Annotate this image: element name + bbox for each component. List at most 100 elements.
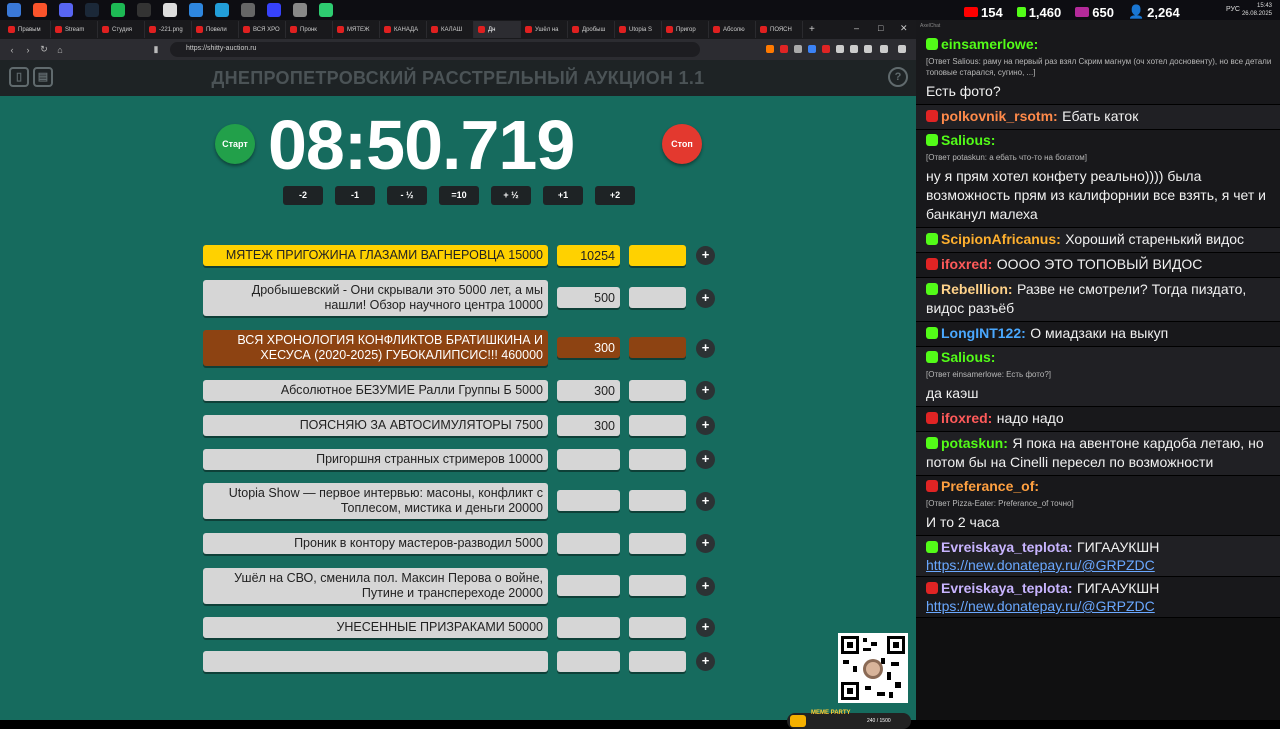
browser-tab[interactable]: Студия: [98, 21, 145, 38]
new-tab-button[interactable]: +: [809, 24, 815, 35]
app-icon[interactable]: [163, 3, 177, 17]
chat-link[interactable]: https://new.donatepay.ru/@GRPZDC: [926, 557, 1274, 573]
lot-amount-field[interactable]: [557, 449, 620, 470]
menu-icon[interactable]: [898, 45, 906, 53]
app-icon[interactable]: [241, 3, 255, 17]
lot-amount-field[interactable]: [557, 651, 620, 672]
chat-username[interactable]: einsamerlowe:: [941, 36, 1038, 52]
chat-username[interactable]: ifoxred:: [941, 256, 992, 272]
chat-link[interactable]: https://new.donatepay.ru/@GRPZDC: [926, 598, 1274, 614]
lot-plus-button[interactable]: +: [696, 246, 715, 265]
lot-plus-button[interactable]: +: [696, 534, 715, 553]
extension-icon[interactable]: [864, 45, 872, 53]
extension-icon[interactable]: [850, 45, 858, 53]
time-adjust-button[interactable]: - ½: [387, 186, 427, 205]
chat-username[interactable]: ScipionAfricanus:: [941, 231, 1061, 247]
lot-name-field[interactable]: УНЕСЕННЫЕ ПРИЗРАКАМИ 50000: [203, 617, 548, 638]
browser-tab[interactable]: КАЛАШ: [427, 21, 474, 38]
lot-plus-button[interactable]: +: [696, 618, 715, 637]
lot-name-field[interactable]: Дробышевский - Они скрывали это 5000 лет…: [203, 280, 548, 316]
lot-amount-field[interactable]: 500: [557, 287, 620, 308]
lot-amount-field[interactable]: 300: [557, 337, 620, 358]
lot-name-field[interactable]: Проник в контору мастеров-разводил 5000: [203, 533, 548, 554]
app-icon[interactable]: [189, 3, 203, 17]
extension-icon[interactable]: [794, 45, 802, 53]
language-indicator[interactable]: РУС: [1226, 6, 1240, 13]
close-icon[interactable]: ✕: [900, 23, 908, 34]
lot-name-field[interactable]: Utopia Show — первое интервью: масоны, к…: [203, 483, 548, 519]
windows-start-icon[interactable]: [7, 3, 21, 17]
browser-tab[interactable]: Правым: [4, 21, 51, 38]
lot-name-field[interactable]: ПОЯСНЯЮ ЗА АВТОСИМУЛЯТОРЫ 7500: [203, 415, 548, 436]
lot-plus-button[interactable]: +: [696, 450, 715, 469]
chat-username[interactable]: Preferance_of:: [941, 478, 1039, 494]
time-adjust-button[interactable]: + ½: [491, 186, 531, 205]
bookmark-icon[interactable]: ▮: [148, 44, 164, 55]
lot-name-field[interactable]: Ушёл на СВО, сменила пол. Максин Перова …: [203, 568, 548, 604]
chat-username[interactable]: LongINT122:: [941, 325, 1026, 341]
discord-icon[interactable]: [59, 3, 73, 17]
chat-username[interactable]: ifoxred:: [941, 410, 992, 426]
lot-add-amount-input[interactable]: [629, 287, 686, 308]
extension-icon[interactable]: [880, 45, 888, 53]
help-icon[interactable]: ?: [888, 67, 908, 87]
lot-plus-button[interactable]: +: [696, 577, 715, 596]
lot-amount-field[interactable]: [557, 490, 620, 511]
back-icon[interactable]: ‹: [4, 45, 20, 55]
app-icon[interactable]: [267, 3, 281, 17]
browser-tab[interactable]: -221.png: [145, 21, 192, 38]
browser-tab[interactable]: Дробыш: [568, 21, 615, 38]
lot-add-amount-input[interactable]: [629, 415, 686, 436]
browser-tab[interactable]: КАНАДА: [380, 21, 427, 38]
chat-username[interactable]: potaskun:: [941, 435, 1008, 451]
obs-icon[interactable]: [137, 3, 151, 17]
lot-amount-field[interactable]: [557, 575, 620, 596]
start-button[interactable]: Старт: [215, 124, 255, 164]
lot-add-amount-input[interactable]: [629, 245, 686, 266]
browser-tab[interactable]: Пригор: [662, 21, 709, 38]
chat-username[interactable]: Evreiskaya_teplota:: [941, 539, 1073, 555]
lot-name-field[interactable]: Пригоршня странных стримеров 10000: [203, 449, 548, 470]
extension-icon[interactable]: [822, 45, 830, 53]
lot-add-amount-input[interactable]: [629, 490, 686, 511]
chat-username[interactable]: Evreiskaya_teplota:: [941, 580, 1073, 596]
chat-username[interactable]: Salious:: [941, 132, 995, 148]
lot-plus-button[interactable]: +: [696, 416, 715, 435]
stop-button[interactable]: Стоп: [662, 124, 702, 164]
lot-add-amount-input[interactable]: [629, 651, 686, 672]
lot-plus-button[interactable]: +: [696, 492, 715, 511]
lot-name-field[interactable]: [203, 651, 548, 672]
lot-add-amount-input[interactable]: [629, 337, 686, 358]
maximize-icon[interactable]: □: [878, 23, 883, 33]
extension-icon[interactable]: [766, 45, 774, 53]
lot-plus-button[interactable]: +: [696, 652, 715, 671]
telegram-icon[interactable]: [215, 3, 229, 17]
time-adjust-button[interactable]: +1: [543, 186, 583, 205]
lot-amount-field[interactable]: 300: [557, 380, 620, 401]
time-adjust-button[interactable]: +2: [595, 186, 635, 205]
extension-icon[interactable]: [780, 45, 788, 53]
lot-amount-field[interactable]: [557, 617, 620, 638]
browser-tab[interactable]: Ушёл на: [521, 21, 568, 38]
lot-plus-button[interactable]: +: [696, 339, 715, 358]
url-bar[interactable]: https://shitty-auction.ru: [170, 42, 700, 57]
system-clock[interactable]: 15:43 26.08.2025: [1242, 2, 1272, 18]
browser-tab[interactable]: Пронк: [286, 21, 333, 38]
app-icon[interactable]: [293, 3, 307, 17]
browser-tab[interactable]: ПОЯСН: [756, 21, 803, 38]
browser-tab[interactable]: Дн: [474, 21, 521, 38]
extension-icon[interactable]: [808, 45, 816, 53]
lot-amount-field[interactable]: 10254: [557, 245, 620, 266]
lot-amount-field[interactable]: [557, 533, 620, 554]
lot-plus-button[interactable]: +: [696, 289, 715, 308]
steam-icon[interactable]: [85, 3, 99, 17]
lot-amount-field[interactable]: 300: [557, 415, 620, 436]
lot-add-amount-input[interactable]: [629, 533, 686, 554]
lot-plus-button[interactable]: +: [696, 381, 715, 400]
extension-icon[interactable]: [836, 45, 844, 53]
spotify-icon[interactable]: [111, 3, 125, 17]
minimize-icon[interactable]: –: [854, 23, 859, 33]
lot-add-amount-input[interactable]: [629, 575, 686, 596]
time-adjust-button[interactable]: -2: [283, 186, 323, 205]
lot-name-field[interactable]: МЯТЕЖ ПРИГОЖИНА ГЛАЗАМИ ВАГНЕРОВЦА 15000: [203, 245, 548, 266]
